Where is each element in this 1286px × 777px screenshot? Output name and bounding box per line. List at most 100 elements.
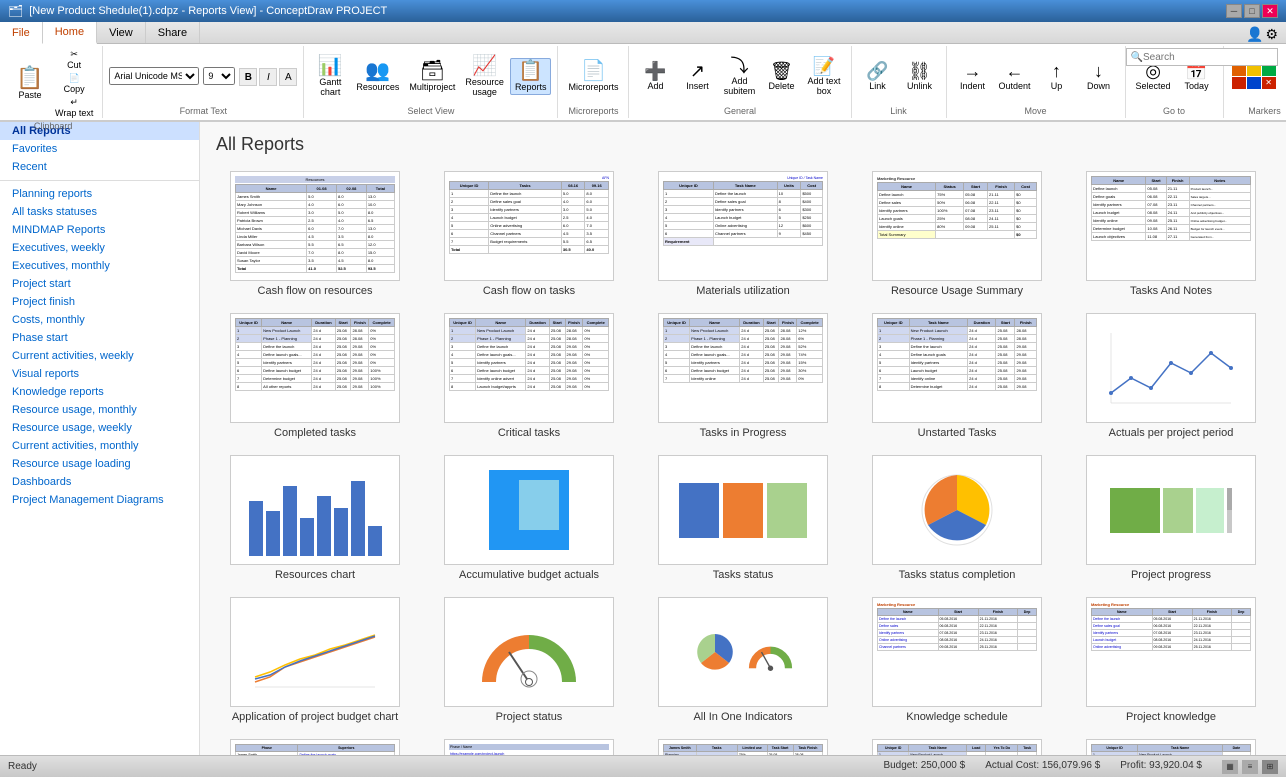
sidebar-item-resource-loading[interactable]: Resource usage loading <box>0 455 199 473</box>
sidebar-item-costs-monthly[interactable]: Costs, monthly <box>0 311 199 329</box>
sidebar-item-current-weekly[interactable]: Current activities, weekly <box>0 347 199 365</box>
sidebar-item-visual[interactable]: Visual reports <box>0 365 199 383</box>
add-text-box-button[interactable]: 📝 Add textbox <box>803 55 844 98</box>
report-card-13[interactable]: Tasks status <box>644 455 842 581</box>
report-card-4[interactable]: Marketing Resource NameStatusStartFinish… <box>858 171 1056 297</box>
sidebar-item-exec-weekly[interactable]: Executives, weekly <box>0 239 199 257</box>
tab-view[interactable]: View <box>97 22 146 43</box>
report-card-8[interactable]: Unique IDNameDurationStartFinishComplete… <box>644 313 842 439</box>
sidebar-item-all-tasks[interactable]: All tasks statuses <box>0 203 199 221</box>
view-mode-icon-2[interactable]: ≡ <box>1242 760 1258 774</box>
bold-button[interactable]: B <box>239 68 257 86</box>
report-card-7[interactable]: Unique IDNameDurationStartFinishComplete… <box>430 313 628 439</box>
report-card-11[interactable]: Resources chart <box>216 455 414 581</box>
report-card-22[interactable]: Phase / Name https://example.com/project… <box>430 739 628 755</box>
down-button[interactable]: ↓ Down <box>1079 60 1119 93</box>
up-button[interactable]: ↑ Up <box>1037 60 1077 93</box>
sidebar-item-all-reports[interactable]: All Reports <box>0 122 199 140</box>
report-thumbnail-14[interactable] <box>872 455 1042 565</box>
report-thumbnail-10[interactable] <box>1086 313 1256 423</box>
report-thumbnail-13[interactable] <box>658 455 828 565</box>
report-card-16[interactable]: Application of project budget chart <box>216 597 414 723</box>
report-thumbnail-19[interactable]: Marketing Resource NameStartFinishDep De… <box>872 597 1042 707</box>
sidebar-item-dashboards[interactable]: Dashboards <box>0 473 199 491</box>
link-button[interactable]: 🔗 Link <box>858 60 898 93</box>
report-card-20[interactable]: Marketing Resource NameStartFinishDep De… <box>1072 597 1270 723</box>
report-card-2[interactable]: AFN Unique IDTasks08.1609.16 1Define the… <box>430 171 628 297</box>
settings-icon[interactable]: ⚙ <box>1265 26 1278 43</box>
multiproject-button[interactable]: 🗃 Multiproject <box>405 59 459 94</box>
copy-button[interactable]: 📄 Copy <box>52 72 96 95</box>
sidebar-item-planning-reports[interactable]: Planning reports <box>0 185 199 203</box>
report-thumbnail-4[interactable]: Marketing Resource NameStatusStartFinish… <box>872 171 1042 281</box>
report-card-3[interactable]: Unique ID / Task Name Unique IDTask Name… <box>644 171 842 297</box>
marker-red[interactable] <box>1232 77 1246 89</box>
view-mode-icon-1[interactable]: ▦ <box>1222 760 1238 774</box>
font-color-button[interactable]: A <box>279 68 297 86</box>
add-subitem-button[interactable]: ⤵ Addsubitem <box>719 55 759 98</box>
report-card-10[interactable]: Actuals per project period <box>1072 313 1270 439</box>
report-thumbnail-11[interactable] <box>230 455 400 565</box>
italic-button[interactable]: I <box>259 68 277 86</box>
report-card-25[interactable]: Unique IDTask NameDate 1New Product Laun… <box>1072 739 1270 755</box>
report-thumbnail-21[interactable]: PhaseSuperiors James SmithDefine the lau… <box>230 739 400 755</box>
report-card-14[interactable]: Tasks status completion <box>858 455 1056 581</box>
report-thumbnail-17[interactable] <box>444 597 614 707</box>
report-card-6[interactable]: Unique IDNameDurationStartFinishComplete… <box>216 313 414 439</box>
sidebar-item-project-start[interactable]: Project start <box>0 275 199 293</box>
font-family-select[interactable]: Arial Unicode MS <box>109 67 199 85</box>
sidebar-item-project-finish[interactable]: Project finish <box>0 293 199 311</box>
resource-usage-button[interactable]: 📈 Resourceusage <box>461 54 508 99</box>
sidebar-item-recent[interactable]: Recent <box>0 158 199 176</box>
report-card-1[interactable]: Resources Name01.0802.08Total James Smit… <box>216 171 414 297</box>
report-thumbnail-15[interactable] <box>1086 455 1256 565</box>
report-card-9[interactable]: Unique IDTask NameDurationStartFinish 1N… <box>858 313 1056 439</box>
reports-button[interactable]: 📋 Reports <box>510 58 552 95</box>
wrap-text-button[interactable]: ↵ Wrap text <box>52 96 96 119</box>
report-card-17[interactable]: Project status <box>430 597 628 723</box>
sidebar-item-pm-diagrams[interactable]: Project Management Diagrams <box>0 491 199 509</box>
delete-button[interactable]: 🗑 Delete <box>761 60 801 93</box>
add-button[interactable]: ➕ Add <box>635 60 675 93</box>
outdent-button[interactable]: ← Outdent <box>995 60 1035 93</box>
report-thumbnail-23[interactable]: James SmithTasksLimited useTask StartTas… <box>658 739 828 755</box>
report-thumbnail-8[interactable]: Unique IDNameDurationStartFinishComplete… <box>658 313 828 423</box>
tab-share[interactable]: Share <box>146 22 200 43</box>
report-card-18[interactable]: All In One Indicators <box>644 597 842 723</box>
report-thumbnail-7[interactable]: Unique IDNameDurationStartFinishComplete… <box>444 313 614 423</box>
maximize-button[interactable]: □ <box>1244 4 1260 18</box>
report-card-5[interactable]: NameStartFinishNotes Define launch05.082… <box>1072 171 1270 297</box>
gantt-chart-button[interactable]: 📊 Ganttchart <box>310 54 350 99</box>
marker-clear[interactable]: ✕ <box>1262 77 1276 89</box>
cut-button[interactable]: ✂ Cut <box>52 48 96 71</box>
tab-home[interactable]: Home <box>43 22 97 44</box>
report-thumbnail-1[interactable]: Resources Name01.0802.08Total James Smit… <box>230 171 400 281</box>
sidebar-item-mindmap[interactable]: MINDMAP Reports <box>0 221 199 239</box>
unlink-button[interactable]: ⛓ Unlink <box>900 60 940 93</box>
tab-file[interactable]: File <box>0 22 43 44</box>
sidebar-item-favorites[interactable]: Favorites <box>0 140 199 158</box>
report-thumbnail-22[interactable]: Phase / Name https://example.com/project… <box>444 739 614 755</box>
report-card-23[interactable]: James SmithTasksLimited useTask StartTas… <box>644 739 842 755</box>
resources-button[interactable]: 👥 Resources <box>352 59 403 94</box>
report-thumbnail-16[interactable] <box>230 597 400 707</box>
report-thumbnail-2[interactable]: AFN Unique IDTasks08.1609.16 1Define the… <box>444 171 614 281</box>
paste-button[interactable]: 📋 Paste <box>10 65 50 102</box>
indent-button[interactable]: → Indent <box>953 60 993 93</box>
report-thumbnail-20[interactable]: Marketing Resource NameStartFinishDep De… <box>1086 597 1256 707</box>
sidebar-item-knowledge[interactable]: Knowledge reports <box>0 383 199 401</box>
report-thumbnail-25[interactable]: Unique IDTask NameDate 1New Product Laun… <box>1086 739 1256 755</box>
search-input[interactable] <box>1143 52 1273 63</box>
view-mode-icon-3[interactable]: ⊞ <box>1262 760 1278 774</box>
report-card-12[interactable]: Accumulative budget actuals <box>430 455 628 581</box>
microreports-button[interactable]: 📄 Microreports <box>564 59 622 94</box>
marker-blue[interactable] <box>1247 77 1261 89</box>
report-thumbnail-18[interactable] <box>658 597 828 707</box>
font-size-select[interactable]: 9 <box>203 67 235 85</box>
report-thumbnail-5[interactable]: NameStartFinishNotes Define launch05.082… <box>1086 171 1256 281</box>
sidebar-item-resource-monthly[interactable]: Resource usage, monthly <box>0 401 199 419</box>
report-thumbnail-12[interactable] <box>444 455 614 565</box>
close-button[interactable]: ✕ <box>1262 4 1278 18</box>
report-thumbnail-9[interactable]: Unique IDTask NameDurationStartFinish 1N… <box>872 313 1042 423</box>
sidebar-item-current-monthly[interactable]: Current activities, monthly <box>0 437 199 455</box>
